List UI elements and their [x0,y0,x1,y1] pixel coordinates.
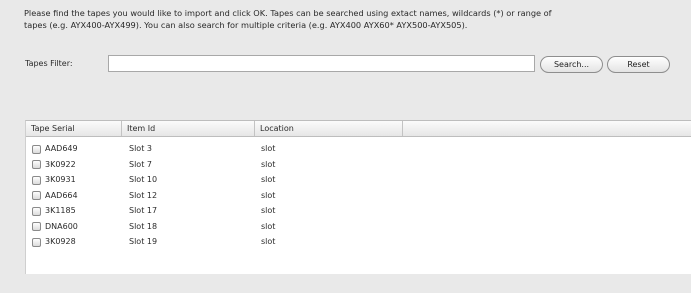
table-row[interactable]: 3K0928 Slot 19 slot [26,235,286,249]
column-header-tape-serial[interactable]: Tape Serial [26,121,122,136]
tape-serial-cell: 3K1185 [32,204,76,218]
location-cell: slot [261,221,276,231]
tape-serial-text: 3K0931 [45,175,76,184]
column-header-item-id[interactable]: Item Id [122,121,255,136]
tapes-filter-input[interactable] [108,55,535,72]
item-id-cell: Slot 18 [129,221,158,231]
table-row[interactable]: 3K0931 Slot 10 slot [26,173,286,187]
tape-select-checkbox[interactable] [32,237,41,247]
instructions-line-1: Please find the tapes you would like to … [24,8,552,18]
tape-select-checkbox[interactable] [32,191,41,200]
tape-select-checkbox[interactable] [32,175,41,185]
location-cell: slot [261,206,276,215]
tape-serial-cell: 3K0931 [32,173,76,187]
tape-serial-text: 3K1185 [45,206,76,215]
tape-serial-cell: 3K0922 [32,158,76,172]
location-cell: slot [261,159,276,169]
tape-serial-cell: AAD649 [32,142,78,156]
table-row[interactable]: DNA600 Slot 18 slot [26,220,286,234]
column-header-empty [403,121,691,136]
tape-serial-text: 3K0928 [45,237,76,246]
location-cell: slot [261,237,276,246]
tapes-table: Tape Serial Item Id Location AAD649 Slot … [25,120,691,274]
tape-serial-text: DNA600 [45,221,78,231]
item-id-cell: Slot 3 [129,144,152,153]
item-id-cell: Slot 17 [129,206,158,215]
instructions-line-2: tapes (e.g. AYX400-AYX499). You can also… [24,20,468,30]
item-id-cell: Slot 19 [129,237,158,246]
table-header: Tape Serial Item Id Location [26,121,691,137]
table-row[interactable]: 3K0922 Slot 7 slot [26,158,286,172]
tape-select-checkbox[interactable] [32,222,41,231]
location-cell: slot [261,144,276,153]
tape-serial-text: AAD649 [45,144,78,153]
tape-serial-cell: DNA600 [32,220,78,234]
item-id-cell: Slot 12 [129,190,158,200]
column-header-location[interactable]: Location [255,121,403,136]
tape-serial-text: 3K0922 [45,159,76,169]
reset-button[interactable]: Reset [607,56,670,73]
location-cell: slot [261,175,276,184]
table-row[interactable]: AAD664 Slot 12 slot [26,189,286,203]
tape-serial-text: AAD664 [45,190,78,200]
instructions-text: Please find the tapes you would like to … [24,7,664,31]
table-row[interactable]: AAD649 Slot 3 slot [26,142,286,156]
table-row[interactable]: 3K1185 Slot 17 slot [26,204,286,218]
item-id-cell: Slot 10 [129,175,158,184]
tape-serial-cell: 3K0928 [32,235,76,249]
tape-select-checkbox[interactable] [32,160,41,169]
tape-select-checkbox[interactable] [32,144,41,154]
item-id-cell: Slot 7 [129,159,152,169]
location-cell: slot [261,190,276,200]
tape-serial-cell: AAD664 [32,189,78,203]
tape-select-checkbox[interactable] [32,206,41,216]
tapes-filter-label: Tapes Filter: [25,59,73,68]
search-button[interactable]: Search... [540,56,603,73]
